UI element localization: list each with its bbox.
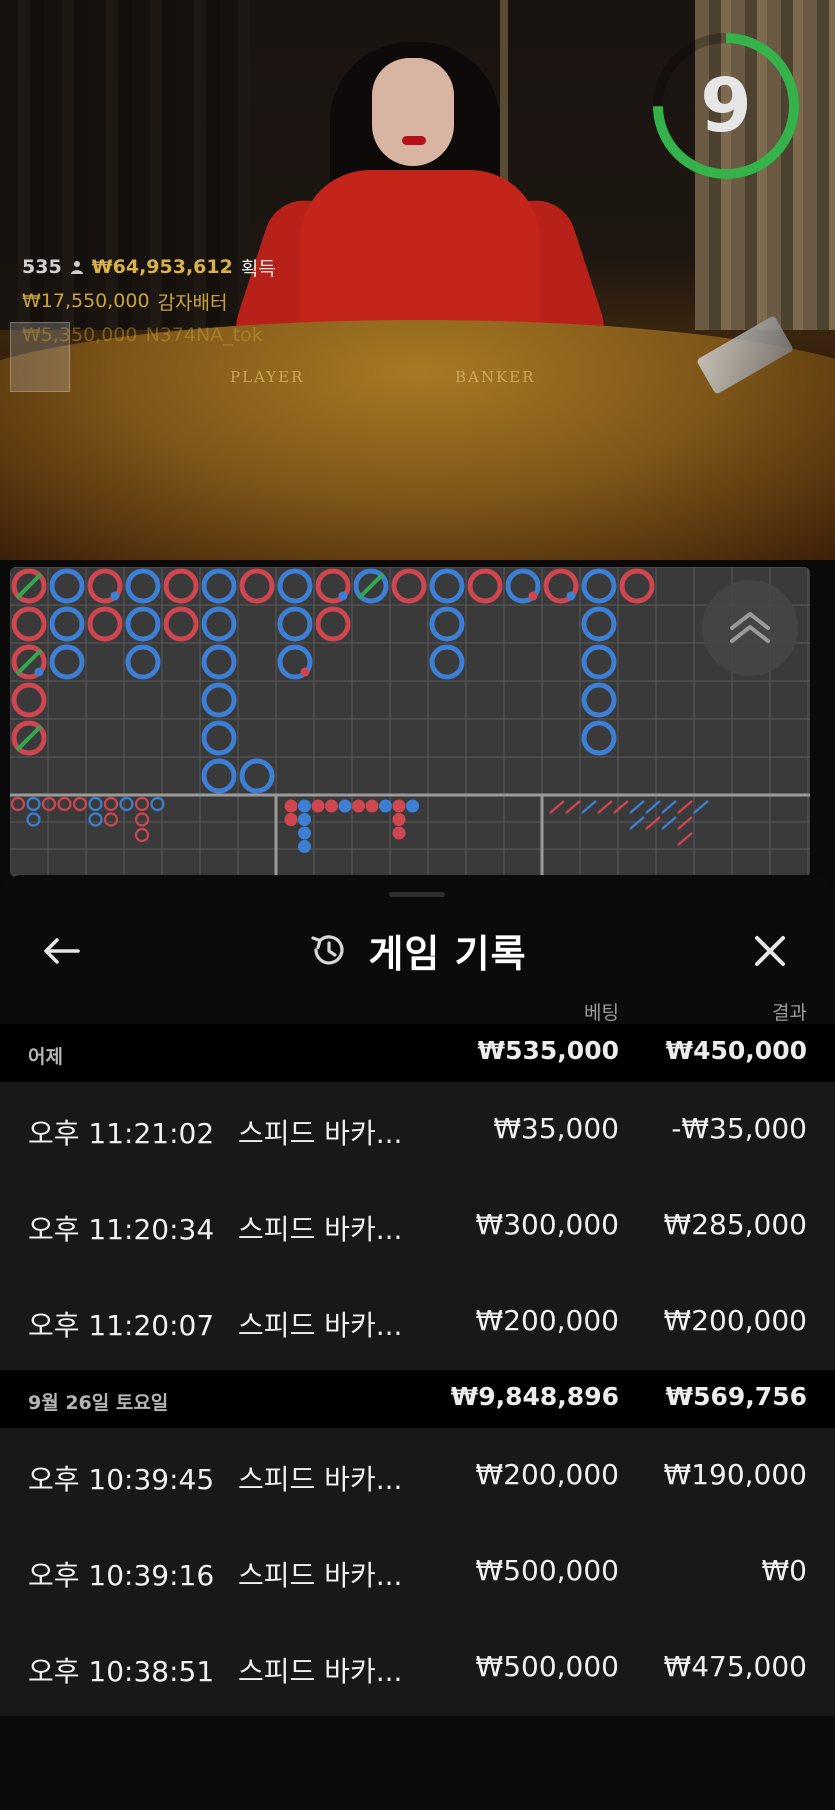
small-road-mark bbox=[392, 813, 406, 826]
felt-label-banker: BANKER bbox=[455, 368, 536, 386]
row-result: ₩285,000 bbox=[663, 1208, 807, 1241]
row-game: 스피드 바카... bbox=[238, 1559, 403, 1592]
row-bet: ₩200,000 bbox=[475, 1458, 619, 1491]
pair-dot bbox=[34, 667, 44, 677]
row-bet: ₩35,000 bbox=[493, 1112, 619, 1145]
small-road-mark bbox=[284, 813, 298, 826]
sheet-grabber[interactable] bbox=[389, 892, 445, 897]
won-label: 획득 bbox=[240, 257, 276, 280]
page-title: 게임 기록 bbox=[368, 931, 527, 976]
group-result-total: ₩450,000 bbox=[665, 1036, 807, 1065]
player-count: 535 bbox=[22, 256, 62, 278]
row-bet: ₩200,000 bbox=[475, 1304, 619, 1337]
row-game: 스피드 바카... bbox=[238, 1213, 403, 1246]
group-bet-total: ₩535,000 bbox=[477, 1036, 619, 1065]
row-result: ₩475,000 bbox=[663, 1650, 807, 1683]
row-result: -₩35,000 bbox=[671, 1112, 807, 1145]
pair-dot bbox=[528, 591, 538, 601]
small-road-mark bbox=[352, 799, 365, 813]
dealer-face bbox=[372, 58, 454, 166]
history-row[interactable]: 오후 11:20:34 스피드 바카... ₩300,000 ₩285,000 bbox=[0, 1178, 835, 1274]
row-game: 스피드 바카... bbox=[238, 1117, 403, 1150]
group-bet-total: ₩9,848,896 bbox=[450, 1382, 619, 1411]
history-list: 오후 10:39:45 스피드 바카... ₩200,000 ₩190,000 … bbox=[0, 1428, 835, 1716]
winner-name: 감자배터 bbox=[157, 291, 228, 314]
small-road-mark bbox=[298, 840, 311, 853]
winner-amount: ₩5,350,000 bbox=[22, 324, 138, 346]
back-button[interactable] bbox=[38, 929, 86, 973]
history-row[interactable]: 오후 11:21:02 스피드 바카... ₩35,000 -₩35,000 bbox=[0, 1082, 835, 1178]
user-icon bbox=[70, 261, 83, 274]
row-bet: ₩300,000 bbox=[475, 1208, 619, 1241]
dealer-lips bbox=[402, 136, 426, 145]
history-row[interactable]: 오후 10:39:16 스피드 바카... ₩500,000 ₩0 bbox=[0, 1524, 835, 1620]
history-row[interactable]: 오후 10:39:45 스피드 바카... ₩200,000 ₩190,000 bbox=[0, 1428, 835, 1524]
small-road-mark bbox=[325, 799, 338, 813]
table-stats: 535 ₩64,953,612 획득 ₩17,550,000 감자배터 ₩5,3… bbox=[22, 250, 276, 352]
row-result: ₩0 bbox=[761, 1554, 808, 1587]
stats-winner-row: ₩17,550,000 감자배터 bbox=[22, 284, 276, 318]
row-time: 오후 11:20:34 bbox=[28, 1213, 215, 1246]
row-bet: ₩500,000 bbox=[475, 1554, 619, 1587]
sheet-header: 게임 기록 bbox=[0, 905, 835, 995]
row-result: ₩190,000 bbox=[663, 1458, 807, 1491]
row-game: 스피드 바카... bbox=[238, 1309, 403, 1342]
row-time: 오후 11:20:07 bbox=[28, 1309, 215, 1342]
close-icon bbox=[755, 936, 785, 966]
small-road-mark bbox=[311, 799, 325, 813]
pair-dot bbox=[110, 591, 120, 601]
row-bet: ₩500,000 bbox=[475, 1650, 619, 1683]
history-row[interactable]: 오후 11:20:07 스피드 바카... ₩200,000 ₩200,000 bbox=[0, 1274, 835, 1370]
stats-winner-row: ₩5,350,000 N374NA_tok bbox=[22, 318, 276, 352]
row-time: 오후 10:39:45 bbox=[28, 1463, 215, 1496]
countdown-number: 9 bbox=[700, 63, 752, 149]
winner-amount: ₩17,550,000 bbox=[22, 290, 150, 312]
close-button[interactable] bbox=[746, 929, 794, 973]
small-road-mark bbox=[298, 813, 311, 826]
row-game: 스피드 바카... bbox=[238, 1463, 403, 1496]
small-road-mark bbox=[298, 826, 311, 840]
felt-label-player: PLAYER bbox=[230, 368, 305, 386]
group-date-label: 9월 26일 토요일 bbox=[28, 1392, 169, 1414]
column-header-bet: 베팅 bbox=[584, 1002, 619, 1024]
row-game: 스피드 바카... bbox=[238, 1655, 403, 1688]
small-road-mark bbox=[365, 799, 379, 813]
title-wrap: 게임 기록 bbox=[0, 905, 835, 995]
small-road-mark bbox=[298, 799, 311, 813]
expand-roadmap-button[interactable] bbox=[702, 580, 798, 676]
arrow-left-icon bbox=[44, 938, 80, 964]
small-road-mark bbox=[392, 826, 406, 840]
column-header-result: 결과 bbox=[772, 1002, 807, 1024]
total-won: ₩64,953,612 bbox=[91, 256, 233, 278]
stats-total-row: 535 ₩64,953,612 획득 bbox=[22, 250, 276, 284]
row-result: ₩200,000 bbox=[663, 1304, 807, 1337]
live-video: PLAYER BANKER 9 535 ₩64,953,612 획득 ₩17,5… bbox=[0, 0, 835, 560]
row-time: 오후 11:21:02 bbox=[28, 1117, 215, 1150]
row-time: 오후 10:38:51 bbox=[28, 1655, 215, 1688]
winner-name: N374NA_tok bbox=[145, 324, 263, 346]
history-list: 오후 11:21:02 스피드 바카... ₩35,000 -₩35,000 오… bbox=[0, 1082, 835, 1370]
chevron-up-double-icon bbox=[730, 612, 770, 643]
row-time: 오후 10:39:16 bbox=[28, 1559, 215, 1592]
pair-dot bbox=[338, 591, 348, 601]
history-icon bbox=[311, 935, 345, 965]
history-row[interactable]: 오후 10:38:51 스피드 바카... ₩500,000 ₩475,000 bbox=[0, 1620, 835, 1716]
pair-dot bbox=[566, 591, 576, 601]
pair-dot bbox=[300, 667, 310, 677]
small-road-mark bbox=[406, 799, 419, 813]
roadmap-scoreboard bbox=[10, 567, 810, 877]
small-road-mark bbox=[379, 799, 392, 813]
small-road-mark bbox=[284, 799, 298, 813]
small-road-mark bbox=[392, 799, 406, 813]
group-result-total: ₩569,756 bbox=[665, 1382, 807, 1411]
group-header: 어제 ₩535,000 ₩450,000 bbox=[0, 1024, 835, 1082]
small-road-mark bbox=[338, 799, 352, 813]
group-date-label: 어제 bbox=[28, 1046, 63, 1068]
group-header: 9월 26일 토요일 ₩9,848,896 ₩569,756 bbox=[0, 1370, 835, 1428]
